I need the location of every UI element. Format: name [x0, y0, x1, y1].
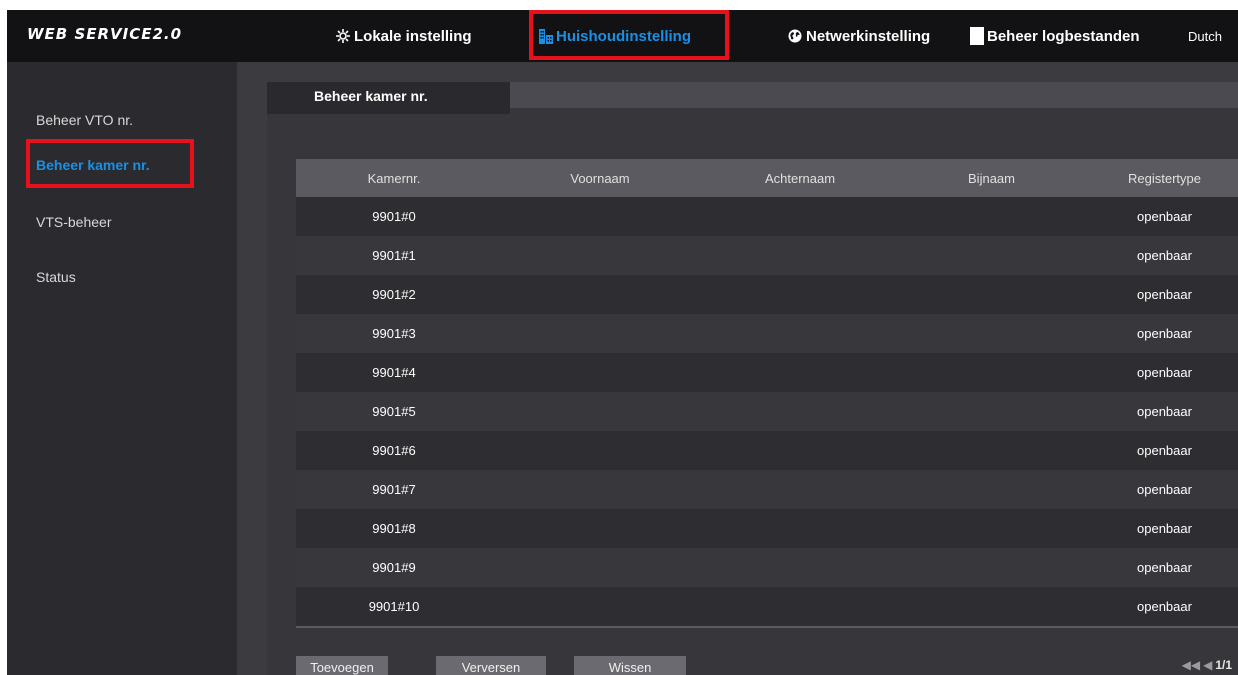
table-row[interactable]: 9901#3 openbaar — [296, 314, 1238, 353]
refresh-button[interactable]: Verversen — [436, 656, 546, 675]
table-row[interactable]: 9901#8 openbaar — [296, 509, 1238, 548]
table-bottom-border — [296, 626, 1238, 628]
page-indicator: 1/1 — [1215, 658, 1232, 672]
cell-register-type: openbaar — [1137, 248, 1192, 263]
table-header: Kamernr. Voornaam Achternaam Bijnaam Reg… — [296, 159, 1238, 197]
cell-register-type: openbaar — [1137, 521, 1192, 536]
table-row[interactable]: 9901#10 openbaar — [296, 587, 1238, 626]
column-header-register-type: Registertype — [1128, 170, 1201, 186]
document-icon — [970, 27, 984, 45]
table-row[interactable]: 9901#1 openbaar — [296, 236, 1238, 275]
tab-room-number[interactable]: Beheer kamer nr. — [267, 82, 510, 114]
app-frame: WEB SERVICE2.0 Lokale instelling Huishou… — [7, 10, 1238, 675]
cell-register-type: openbaar — [1137, 287, 1192, 302]
cell-register-type: openbaar — [1137, 482, 1192, 497]
main-content: Beheer kamer nr. Kamernr. Voornaam Achte… — [267, 82, 1238, 675]
cell-room: 9901#1 — [372, 248, 416, 263]
cell-room: 9901#9 — [372, 560, 416, 575]
sidebar-item-vto[interactable]: Beheer VTO nr. — [36, 112, 133, 128]
table-row[interactable]: 9901#7 openbaar — [296, 470, 1238, 509]
app-logo: WEB SERVICE2.0 — [27, 25, 183, 43]
globe-icon — [787, 28, 803, 44]
table-row[interactable]: 9901#0 openbaar — [296, 197, 1238, 236]
table-row[interactable]: 9901#6 openbaar — [296, 431, 1238, 470]
column-header-first-name: Voornaam — [570, 170, 630, 186]
room-table: Kamernr. Voornaam Achternaam Bijnaam Reg… — [296, 159, 1238, 628]
nav-log-label: Beheer logbestanden — [987, 27, 1140, 45]
highlight-box-sidebar — [26, 139, 194, 188]
prev-page-icon[interactable]: ◀ — [1203, 658, 1212, 672]
cell-room: 9901#4 — [372, 365, 416, 380]
sidebar-item-vts[interactable]: VTS-beheer — [36, 214, 111, 230]
cell-register-type: openbaar — [1137, 365, 1192, 380]
cell-register-type: openbaar — [1137, 443, 1192, 458]
cell-room: 9901#10 — [368, 599, 420, 614]
cell-register-type: openbaar — [1137, 560, 1192, 575]
table-row[interactable]: 9901#9 openbaar — [296, 548, 1238, 587]
top-navigation-bar: WEB SERVICE2.0 Lokale instelling Huishou… — [7, 10, 1238, 62]
sidebar-item-status[interactable]: Status — [36, 269, 76, 285]
pagination: ◀◀ ◀ 1/1 — [1182, 658, 1232, 672]
column-header-room: Kamernr. — [367, 170, 421, 186]
cell-room: 9901#5 — [372, 404, 416, 419]
clear-button[interactable]: Wissen — [574, 656, 686, 675]
table-row[interactable]: 9901#2 openbaar — [296, 275, 1238, 314]
nav-network-settings[interactable]: Netwerkinstelling — [787, 10, 930, 62]
table-row[interactable]: 9901#5 openbaar — [296, 392, 1238, 431]
cell-register-type: openbaar — [1137, 326, 1192, 341]
cell-register-type: openbaar — [1137, 599, 1192, 614]
nav-local-label: Lokale instelling — [354, 27, 472, 45]
cell-register-type: openbaar — [1137, 404, 1192, 419]
nav-log-management[interactable]: Beheer logbestanden — [970, 10, 1140, 62]
cell-room: 9901#2 — [372, 287, 416, 302]
column-header-nickname: Bijnaam — [968, 170, 1015, 186]
cell-room: 9901#7 — [372, 482, 416, 497]
highlight-box-household — [529, 10, 729, 60]
language-selector[interactable]: Dutch — [1188, 10, 1222, 62]
nav-network-label: Netwerkinstelling — [806, 27, 931, 45]
cell-room: 9901#6 — [372, 443, 416, 458]
first-page-icon[interactable]: ◀◀ — [1182, 658, 1200, 672]
cell-room: 9901#3 — [372, 326, 416, 341]
column-header-last-name: Achternaam — [764, 170, 836, 186]
cell-register-type: openbaar — [1137, 209, 1192, 224]
cell-room: 9901#8 — [372, 521, 416, 536]
add-button[interactable]: Toevoegen — [296, 656, 388, 675]
cell-room: 9901#0 — [372, 209, 416, 224]
gear-icon — [335, 28, 351, 44]
nav-local-settings[interactable]: Lokale instelling — [335, 10, 472, 62]
table-row[interactable]: 9901#4 openbaar — [296, 353, 1238, 392]
